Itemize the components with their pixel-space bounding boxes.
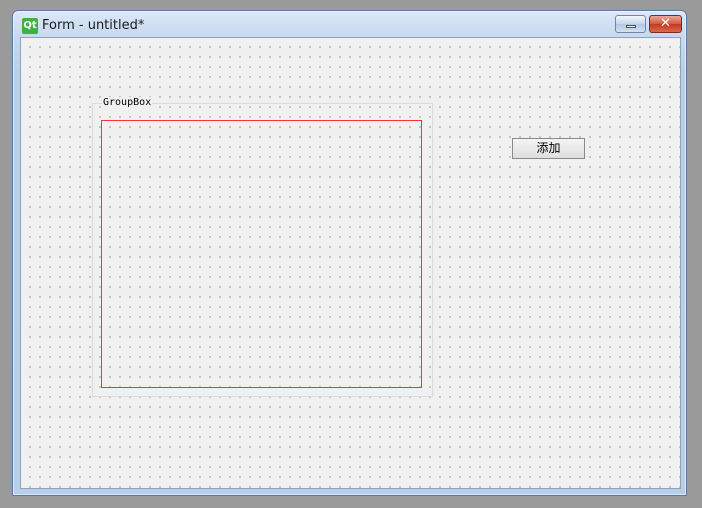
- window-title: Form - untitled*: [42, 18, 145, 33]
- window-bottom-border: [20, 489, 681, 495]
- title-bar[interactable]: Qt Form - untitled* ✕: [13, 11, 686, 37]
- minimize-icon: [626, 25, 636, 28]
- add-button[interactable]: 添加: [512, 138, 585, 159]
- groupbox-widget[interactable]: GroupBox: [92, 97, 433, 397]
- close-icon: ✕: [660, 16, 671, 31]
- minimize-button[interactable]: [615, 15, 646, 33]
- form-canvas[interactable]: GroupBox 添加: [20, 37, 681, 489]
- designer-form-window: Qt Form - untitled* ✕ GroupBox 添加: [12, 10, 687, 496]
- close-button[interactable]: ✕: [649, 15, 682, 33]
- layout-outline[interactable]: [101, 120, 422, 388]
- qt-logo-icon: Qt: [22, 18, 38, 34]
- groupbox-title: GroupBox: [102, 97, 153, 108]
